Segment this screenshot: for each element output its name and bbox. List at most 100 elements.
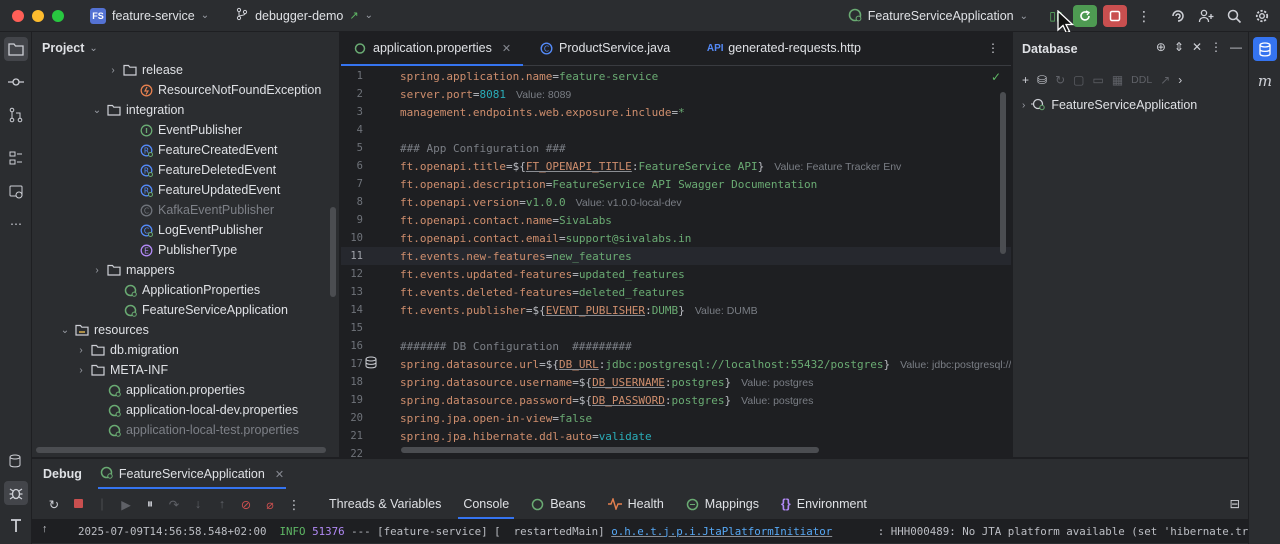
database-tree-item[interactable]: › FeatureServiceApplication [1013, 94, 1248, 116]
resume-program-icon[interactable]: ▶ [114, 497, 138, 512]
debug-view-tab[interactable]: Health [597, 489, 675, 519]
tree-item[interactable]: C KafkaEventPublisher [124, 200, 274, 220]
code-line[interactable]: spring.jpa.open-in-view=false [400, 410, 592, 428]
scroll-up-icon[interactable]: ↑ [42, 523, 47, 535]
tree-item[interactable]: R FeatureCreatedEvent [124, 140, 278, 160]
step-out-icon[interactable]: ↑ [210, 497, 234, 511]
code-line[interactable]: ft.openapi.description=FeatureService AP… [400, 176, 817, 194]
inlay-value-hint[interactable]: Value: 8089 [516, 89, 571, 101]
tree-item[interactable]: ⌄ resources [60, 320, 149, 340]
tab-application-properties[interactable]: application.properties ✕ [341, 32, 524, 66]
layout-settings-icon[interactable]: ⊟ [1230, 496, 1240, 511]
code-line[interactable]: spring.datasource.username=${DB_USERNAME… [400, 374, 813, 392]
console-logger-link[interactable]: o.h.e.t.j.p.i.JtaPlatformInitiator [611, 525, 832, 538]
code-line[interactable]: spring.jpa.hibernate.ddl-auto=validate [400, 428, 652, 446]
project-folder-icon[interactable] [4, 37, 28, 61]
tree-item[interactable]: application-local-test.properties [92, 420, 299, 440]
tree-item[interactable]: EventPublisher [124, 120, 242, 140]
tab-generated-requests-http[interactable]: API generated-requests.http [696, 32, 873, 65]
tree-item[interactable]: R FeatureUpdatedEvent [124, 180, 280, 200]
structure-icon[interactable] [4, 146, 28, 170]
debug-view-tab[interactable]: Beans [520, 489, 596, 519]
add-datasource-icon[interactable]: + [1022, 73, 1029, 87]
project-pane-header[interactable]: Project ⌄ [32, 32, 339, 64]
editor-horizontal-scrollbar[interactable] [401, 447, 819, 453]
code-area[interactable]: spring.application.name=feature-service s… [399, 67, 1011, 457]
datasource-gutter-icon[interactable] [365, 356, 377, 372]
debug-view-tab[interactable]: Mappings [675, 489, 770, 519]
code-line[interactable]: spring.datasource.password=${DB_PASSWORD… [400, 392, 813, 410]
code-line[interactable]: ####### DB Configuration ######### [400, 338, 632, 356]
table-icon[interactable]: ▦ [1112, 73, 1123, 87]
debug-bug-icon[interactable] [4, 481, 28, 505]
project-horizontal-scrollbar[interactable] [36, 447, 326, 453]
inlay-value-hint[interactable]: Value: v1.0.0-local-dev [576, 197, 682, 209]
code-line[interactable]: ft.openapi.contact.name=SivaLabs [400, 212, 612, 230]
locate-target-icon[interactable]: ⊕ [1156, 40, 1166, 54]
close-tab-icon[interactable]: ✕ [275, 468, 284, 481]
ddl-button[interactable]: DDL [1131, 74, 1152, 86]
step-over-icon[interactable]: ↷ [162, 497, 186, 512]
commit-icon[interactable] [4, 70, 28, 94]
disconnect-icon[interactable]: ▢ [1073, 73, 1084, 87]
rerun-icon[interactable]: ↻ [42, 497, 66, 512]
tree-item[interactable]: R FeatureDeletedEvent [124, 160, 276, 180]
rerun-debug-button[interactable] [1073, 5, 1097, 27]
stop-icon[interactable] [66, 497, 90, 511]
chevron-down-icon[interactable]: ⌄ [60, 325, 70, 336]
pause-program-icon[interactable]: ⏸ [138, 497, 162, 512]
code-line[interactable]: management.endpoints.web.exposure.includ… [400, 104, 685, 122]
debug-view-tab[interactable]: Threads & Variables [318, 489, 452, 519]
code-line[interactable]: ft.events.deleted-features=deleted_featu… [400, 284, 685, 302]
debug-view-tab[interactable]: Console [452, 489, 520, 519]
pull-requests-icon[interactable] [4, 103, 28, 127]
project-selector[interactable]: FS feature-service ⌄ [90, 7, 209, 24]
code-line[interactable]: server.port=8081 Value: 8089 [400, 86, 571, 104]
tree-item[interactable]: › release [108, 60, 183, 80]
ai-assistant-icon[interactable] [1164, 4, 1192, 28]
code-line[interactable]: ft.events.publisher=${EVENT_PUBLISHER:DU… [400, 302, 758, 320]
more-tools-icon[interactable]: ⋯ [4, 212, 28, 236]
close-tab-icon[interactable]: ✕ [502, 42, 511, 55]
tab-product-service-java[interactable]: C ProductService.java [527, 32, 682, 65]
tree-item[interactable]: E PublisherType [124, 240, 237, 260]
tree-item[interactable]: ⌄ integration [92, 100, 185, 120]
chevron-right-icon[interactable]: › [108, 65, 118, 76]
editor-vertical-scrollbar[interactable] [1000, 92, 1006, 254]
run-configuration-selector[interactable]: FeatureServiceApplication ⌄ [848, 8, 1028, 25]
hide-panel-icon[interactable]: — [1230, 40, 1242, 54]
services-icon[interactable] [4, 180, 28, 204]
stop-button[interactable] [1103, 5, 1127, 27]
tree-item[interactable]: › META-INF [76, 360, 168, 380]
debug-view-tab[interactable]: {} Environment [770, 489, 878, 519]
minimize-window-button[interactable] [32, 9, 44, 22]
console-output[interactable]: ↑ 2025-07-09T14:56:58.548+02:00 INFO 513… [32, 519, 1248, 543]
chevron-down-icon[interactable]: ⌄ [92, 105, 102, 116]
chevron-right-icon[interactable]: › [76, 345, 86, 356]
terminal-icon[interactable] [4, 514, 28, 538]
code-line[interactable]: ft.openapi.title=${FT_OPENAPI_TITLE:Feat… [400, 158, 901, 176]
view-breakpoints-icon[interactable]: ⊘ [234, 497, 258, 512]
more-actions-icon[interactable]: ⋮ [1130, 4, 1158, 28]
search-icon[interactable] [1220, 4, 1248, 28]
tree-item[interactable]: ApplicationProperties [108, 280, 260, 300]
code-line[interactable]: spring.application.name=feature-service [400, 68, 658, 86]
more-tabs-icon[interactable]: ⋮ [987, 41, 999, 55]
step-into-icon[interactable]: ↓ [186, 497, 210, 511]
tree-item[interactable]: FeatureServiceApplication [108, 300, 288, 320]
add-user-icon[interactable] [1192, 4, 1220, 28]
maven-icon[interactable]: m [1253, 69, 1277, 93]
code-line[interactable]: ### App Configuration ### [400, 140, 566, 158]
code-line[interactable]: ft.events.new-features=new_features [400, 248, 632, 266]
jump-to-icon[interactable]: ↗ [1160, 73, 1170, 87]
tree-item[interactable]: ResourceNotFoundException [124, 80, 321, 100]
chevron-right-icon[interactable]: › [92, 265, 102, 276]
tree-item[interactable]: › mappers [92, 260, 174, 280]
code-line[interactable]: ft.openapi.contact.email=support@sivalab… [400, 230, 691, 248]
more-options-icon[interactable]: ⋮ [1210, 40, 1222, 54]
refresh-icon[interactable]: ↻ [1055, 73, 1065, 87]
more-debug-actions-icon[interactable]: ⋮ [282, 497, 306, 512]
inlay-value-hint[interactable]: Value: jdbc:postgresql:// [900, 359, 1011, 371]
inlay-value-hint[interactable]: Value: Feature Tracker Env [774, 161, 901, 173]
code-line[interactable]: ft.openapi.version=v1.0.0 Value: v1.0.0-l… [400, 194, 682, 212]
